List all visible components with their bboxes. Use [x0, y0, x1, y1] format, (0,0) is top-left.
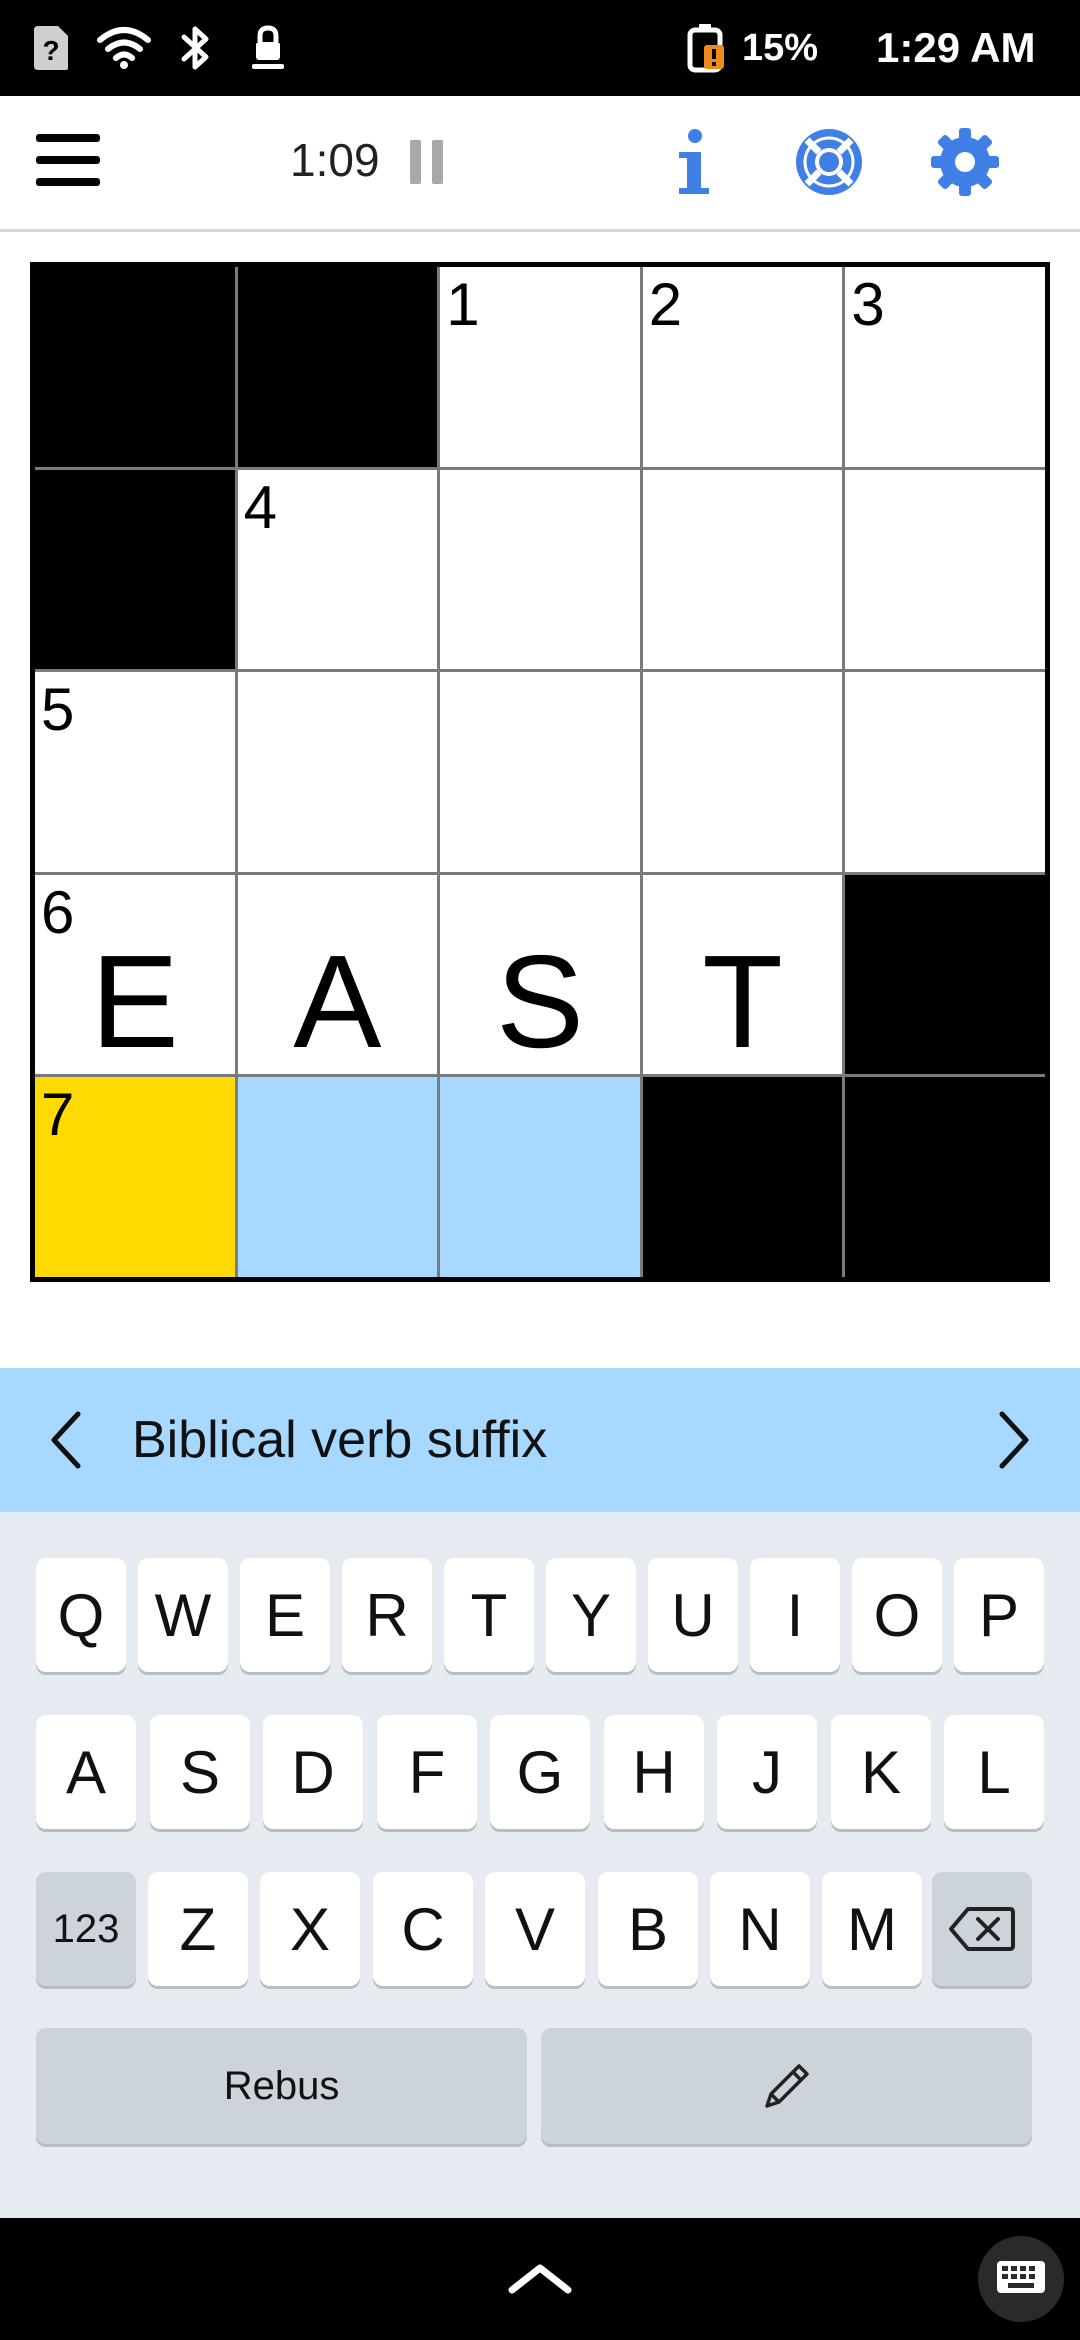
grid-cell[interactable]: 2: [642, 267, 843, 467]
grid-cell[interactable]: [642, 469, 843, 670]
key-z[interactable]: Z: [148, 1872, 248, 1986]
clue-bar[interactable]: Biblical verb suffix: [0, 1368, 1080, 1512]
key-c[interactable]: C: [373, 1872, 473, 1986]
key-i[interactable]: I: [750, 1558, 840, 1672]
black-square: [845, 874, 1045, 1075]
rebus-button[interactable]: Rebus: [36, 2028, 527, 2144]
black-square: [642, 1077, 843, 1277]
numbers-key[interactable]: 123: [36, 1872, 136, 1986]
cell-number: 1: [446, 271, 480, 338]
wifi-icon: [96, 22, 152, 74]
key-a[interactable]: A: [36, 1715, 136, 1829]
info-icon[interactable]: [653, 122, 733, 202]
crossword-grid: 123456EAST7: [30, 262, 1050, 1282]
key-s[interactable]: S: [150, 1715, 250, 1829]
vpn-lock-icon: [248, 22, 288, 74]
status-clock: 1:29 AM: [876, 24, 1036, 71]
chevron-left-icon[interactable]: [36, 1404, 96, 1476]
unknown-sim-icon: ?: [30, 22, 72, 74]
grid-cell[interactable]: [845, 469, 1045, 670]
black-square: [35, 267, 235, 467]
key-u[interactable]: U: [648, 1558, 738, 1672]
key-w[interactable]: W: [138, 1558, 228, 1672]
cell-number: 4: [243, 473, 277, 541]
grid-cell[interactable]: 6E: [35, 874, 235, 1076]
grid-cell[interactable]: [845, 672, 1045, 872]
grid-cell[interactable]: [237, 672, 438, 872]
key-q[interactable]: Q: [36, 1558, 126, 1672]
cell-number: 6: [41, 878, 75, 946]
key-b[interactable]: B: [598, 1872, 698, 1986]
clue-text: Biblical verb suffix: [132, 1411, 548, 1469]
cell-letter: A: [293, 928, 382, 1076]
black-square: [35, 469, 235, 670]
grid-cell[interactable]: [440, 1077, 640, 1277]
grid-cell[interactable]: 1: [440, 267, 640, 467]
chevron-up-icon[interactable]: [500, 2248, 580, 2308]
menu-icon[interactable]: [36, 134, 100, 190]
grid-cell[interactable]: 3: [845, 267, 1045, 467]
black-square: [845, 1077, 1045, 1277]
key-t[interactable]: T: [444, 1558, 534, 1672]
cell-letter: E: [90, 928, 179, 1076]
cell-number: 5: [41, 676, 75, 744]
key-y[interactable]: Y: [546, 1558, 636, 1672]
key-v[interactable]: V: [485, 1872, 585, 1986]
key-x[interactable]: X: [260, 1872, 360, 1986]
gear-icon[interactable]: [925, 122, 1005, 202]
black-square: [237, 267, 438, 467]
grid-cell[interactable]: [642, 672, 843, 872]
on-screen-keyboard: 123 Rebus QWERTYUIOP ASDFGHJKL ZXCVBNM: [0, 1512, 1080, 2218]
key-n[interactable]: N: [710, 1872, 810, 1986]
grid-cell[interactable]: 5: [35, 672, 235, 872]
grid-cell[interactable]: A: [237, 874, 438, 1076]
grid-cell[interactable]: 7: [35, 1077, 235, 1277]
chevron-right-icon[interactable]: [984, 1404, 1044, 1476]
key-j[interactable]: J: [717, 1715, 817, 1829]
cell-number: 2: [648, 271, 683, 338]
grid-cell[interactable]: [440, 672, 640, 872]
grid-cell[interactable]: T: [642, 874, 843, 1076]
svg-text:?: ?: [42, 35, 59, 66]
puzzle-toolbar: 1:09: [0, 96, 1080, 232]
timer: 1:09: [290, 134, 380, 186]
cell-number: 3: [851, 271, 885, 338]
cell-number: 7: [41, 1081, 75, 1149]
key-o[interactable]: O: [852, 1558, 942, 1672]
system-nav-bar: [0, 2218, 1080, 2340]
help-lifebuoy-icon[interactable]: [789, 122, 869, 202]
battery-percentage: 15%: [742, 27, 819, 69]
grid-cell[interactable]: 4: [237, 469, 438, 670]
key-h[interactable]: H: [604, 1715, 704, 1829]
grid-cell[interactable]: [440, 469, 640, 670]
bluetooth-icon: [176, 22, 216, 74]
grid-cell[interactable]: S: [440, 874, 640, 1076]
key-f[interactable]: F: [377, 1715, 477, 1829]
backspace-icon[interactable]: [932, 1872, 1032, 1986]
cell-letter: S: [495, 928, 585, 1076]
key-l[interactable]: L: [944, 1715, 1044, 1829]
cell-letter: T: [702, 928, 783, 1076]
key-e[interactable]: E: [240, 1558, 330, 1672]
key-r[interactable]: R: [342, 1558, 432, 1672]
grid-cell[interactable]: [237, 1077, 438, 1277]
battery-low-icon: [684, 22, 728, 74]
pencil-icon[interactable]: [541, 2028, 1032, 2144]
key-g[interactable]: G: [490, 1715, 590, 1829]
key-p[interactable]: P: [954, 1558, 1044, 1672]
keyboard-icon[interactable]: [978, 2236, 1064, 2322]
status-bar: ? 15% 1:29 AM: [0, 0, 1080, 96]
key-k[interactable]: K: [831, 1715, 931, 1829]
key-m[interactable]: M: [822, 1872, 922, 1986]
pause-icon[interactable]: [410, 140, 446, 184]
key-d[interactable]: D: [263, 1715, 363, 1829]
